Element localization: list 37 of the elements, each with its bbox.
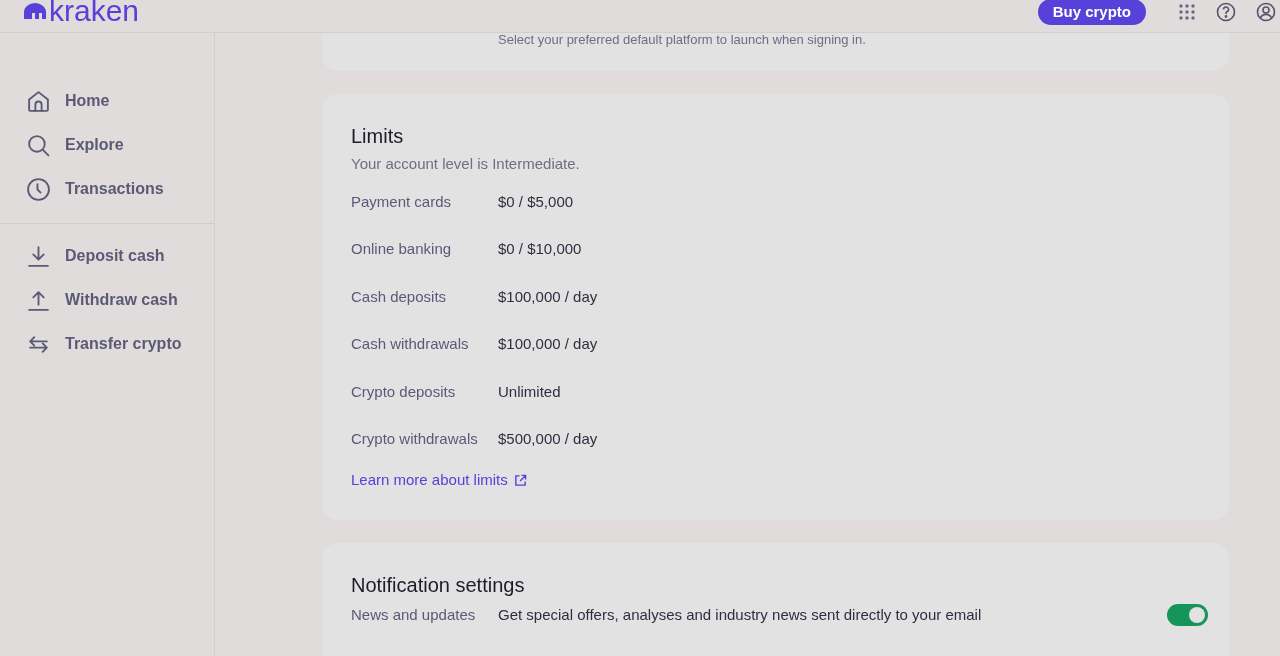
user-icon[interactable]	[1256, 2, 1276, 22]
limit-label: Cash deposits	[351, 286, 448, 307]
nav-link[interactable]: Transactions	[65, 177, 164, 201]
limit-value: $100,000 / day	[498, 286, 598, 307]
nav-link[interactable]: Transfer crypto	[65, 332, 182, 356]
limit-value: Unlimited	[498, 381, 561, 402]
nav-link[interactable]: Explore	[65, 133, 124, 157]
card-description: Select your preferred default platform to launch when signing in.	[498, 33, 867, 46]
limit-value: $500,000 / day	[498, 429, 598, 449]
apps-grid-icon[interactable]	[1178, 3, 1196, 21]
toggle-switch[interactable]	[1167, 604, 1208, 626]
limit-label: Cash withdrawals	[351, 334, 470, 354]
buy-crypto-button[interactable]: Buy crypto	[1037, 0, 1146, 25]
setting-description: Get special offers, analyses and industry news sent directly to your email	[498, 604, 982, 625]
learn-more-link[interactable]: Learn more about limits	[351, 469, 527, 492]
card-title: Notification settings	[351, 573, 526, 597]
help-icon[interactable]	[1216, 2, 1236, 22]
limit-label: Crypto deposits	[351, 381, 457, 402]
nav-link[interactable]: Deposit cash	[65, 244, 165, 268]
setting-label: News and updates	[351, 604, 477, 625]
search-icon	[26, 132, 51, 158]
limit-value: $0 / $10,000	[498, 239, 582, 259]
download-icon	[26, 243, 51, 269]
card-title: Limits	[351, 124, 405, 148]
limit-value: $0 / $5,000	[498, 191, 574, 212]
nav-link[interactable]: Home	[65, 89, 110, 113]
external-link-icon	[513, 473, 527, 487]
limit-value: $100,000 / day	[498, 334, 598, 354]
home-icon	[26, 88, 51, 114]
card-subtitle: Your account level is Intermediate.	[351, 154, 581, 174]
nav-link[interactable]: Withdraw cash	[65, 288, 178, 312]
limit-label: Payment cards	[351, 191, 453, 212]
logo-wordmark[interactable]: kraken	[49, 0, 140, 26]
limit-label: Crypto withdrawals	[351, 429, 479, 449]
clock-icon	[26, 176, 51, 202]
logo-icon	[24, 3, 46, 19]
limit-label: Online banking	[351, 239, 453, 259]
